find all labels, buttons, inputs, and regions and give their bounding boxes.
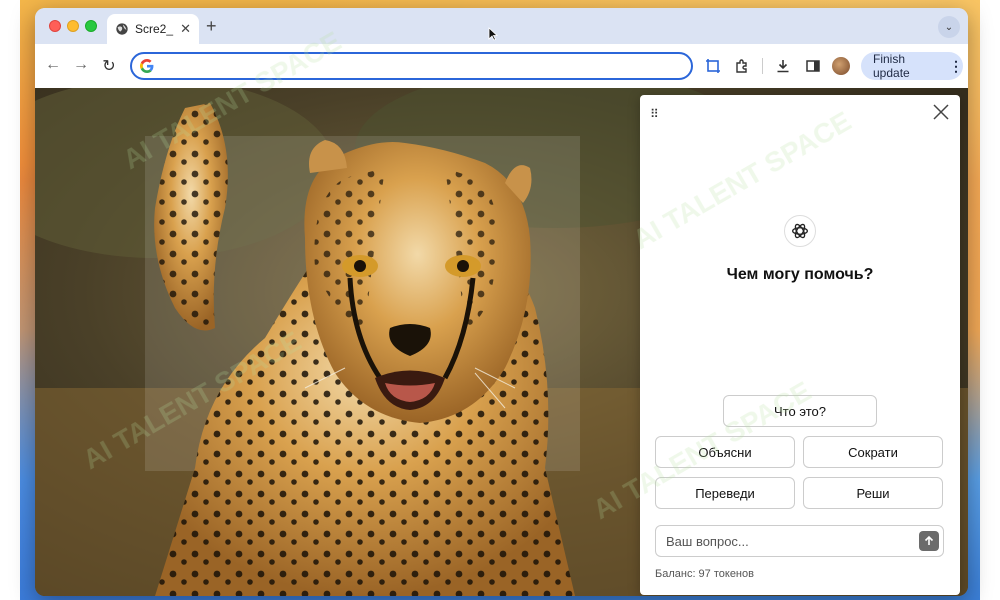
- openai-logo-icon: [784, 215, 816, 247]
- finish-update-button[interactable]: Finish update ⋮: [861, 52, 963, 80]
- question-input[interactable]: [666, 533, 919, 549]
- close-icon[interactable]: [930, 101, 952, 123]
- minimize-window-button[interactable]: [67, 20, 79, 32]
- browser-toolbar: ← → ↻ Finish update ⋮: [35, 44, 968, 88]
- drag-grip-icon[interactable]: ⠿: [650, 107, 659, 121]
- maximize-window-button[interactable]: [85, 20, 97, 32]
- forward-arrow-icon[interactable]: →: [71, 56, 91, 74]
- reload-icon[interactable]: ↻: [99, 56, 119, 76]
- token-balance: Баланс: 97 токенов: [655, 568, 754, 580]
- translate-button[interactable]: Переведи: [655, 477, 795, 509]
- tab-title: Scre2_: [135, 22, 174, 36]
- tab-active[interactable]: Scre2_ ✕: [107, 14, 199, 44]
- google-g-icon: [140, 59, 154, 73]
- close-icon[interactable]: ✕: [180, 21, 191, 37]
- back-arrow-icon[interactable]: ←: [43, 56, 63, 74]
- explain-button[interactable]: Объясни: [655, 436, 795, 468]
- kebab-menu-icon: ⋮: [949, 57, 963, 74]
- globe-icon: [116, 23, 128, 35]
- page-content: ⠿ Чем могу помочь? Что это? Объясни Сокр…: [35, 88, 968, 596]
- what-is-this-button[interactable]: Что это?: [723, 395, 877, 427]
- solve-button[interactable]: Реши: [803, 477, 943, 509]
- question-box: [655, 525, 944, 557]
- finish-update-label: Finish update: [873, 52, 910, 80]
- side-panel-icon[interactable]: [805, 58, 821, 74]
- chevron-down-icon[interactable]: ⌄: [938, 16, 960, 38]
- screenshot-select-icon[interactable]: [705, 58, 721, 74]
- assistant-greeting: Чем могу помочь?: [726, 266, 874, 283]
- assistant-panel: ⠿ Чем могу помочь? Что это? Объясни Сокр…: [640, 95, 960, 595]
- browser-window: Scre2_ ✕ + ⌄ ← → ↻ Finish update ⋮ ⠿ Чем…: [35, 8, 968, 596]
- shorten-button[interactable]: Сократи: [803, 436, 943, 468]
- extension-puzzle-icon[interactable]: [734, 58, 750, 74]
- address-input[interactable]: [162, 58, 691, 74]
- address-bar[interactable]: [130, 52, 693, 80]
- plus-icon[interactable]: +: [206, 16, 217, 37]
- avatar[interactable]: [832, 57, 850, 75]
- close-window-button[interactable]: [49, 20, 61, 32]
- send-button[interactable]: [919, 531, 939, 551]
- download-icon[interactable]: [775, 58, 791, 74]
- send-arrow-icon: [924, 535, 934, 545]
- tab-bar: Scre2_ ✕ + ⌄: [35, 8, 968, 44]
- mouse-cursor-icon: [488, 27, 498, 41]
- toolbar-divider: [762, 58, 763, 74]
